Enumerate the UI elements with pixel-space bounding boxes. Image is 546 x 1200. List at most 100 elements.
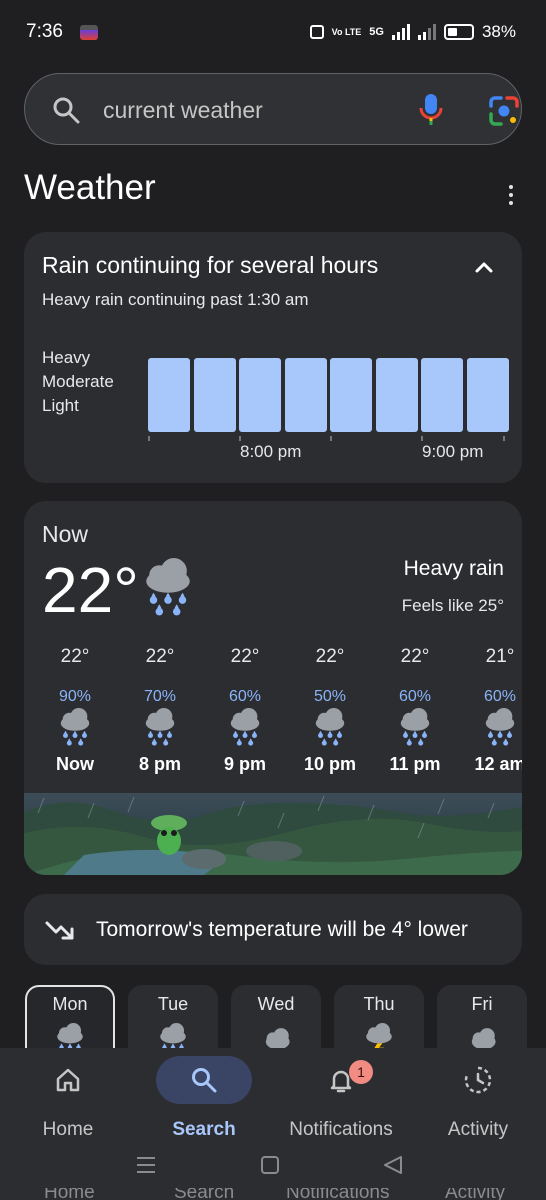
collapse-chevron-icon[interactable] — [472, 256, 496, 280]
tomorrow-message: Tomorrow's temperature will be 4° lower — [96, 918, 468, 941]
precip-bar — [284, 358, 327, 432]
day-label: Tue — [157, 994, 189, 1014]
hourly-temp: 22° — [315, 646, 345, 667]
nav-activity-label: Activity — [447, 1119, 509, 1140]
precip-bar — [148, 358, 190, 432]
heavy-rain-icon — [60, 708, 90, 746]
microphone-icon[interactable] — [416, 92, 446, 128]
hourly-precip: 60% — [398, 688, 432, 705]
precip-title: Rain continuing for several hours — [42, 252, 379, 278]
status-icons: Vo LTE 5G 38% — [309, 22, 516, 42]
hourly-temp: 22° — [400, 646, 430, 667]
intensity-light: Light — [42, 396, 79, 415]
sonyliv-notification-icon — [80, 25, 98, 40]
activity-icon — [464, 1066, 492, 1094]
precip-subtitle: Heavy rain continuing past 1:30 am — [42, 290, 309, 309]
lens-icon[interactable] — [487, 94, 521, 128]
feels-like-label: Feels like 25° — [401, 596, 504, 615]
condition-label: Heavy rain — [403, 557, 504, 580]
nav-home-label: Home — [42, 1119, 94, 1140]
battery-icon — [443, 24, 474, 40]
heavy-rain-icon — [400, 708, 430, 746]
search-bar[interactable]: current weather — [24, 73, 522, 145]
hourly-forecast[interactable]: 22° 90% Now 22° 70% 8 pm 22° 60% 9 pm 22° 50% 10 pm… — [24, 646, 522, 786]
heavy-rain-icon — [230, 708, 260, 746]
intensity-heavy: Heavy — [42, 348, 91, 367]
trending-down-icon — [45, 921, 74, 940]
back-icon — [384, 1156, 402, 1174]
home-system-icon — [261, 1156, 279, 1174]
bottom-navigation: Home Search 1 Notifications Activity Hom… — [0, 1048, 546, 1200]
precip-bar — [330, 358, 372, 432]
nav-notifications-label: Notifications — [289, 1119, 393, 1140]
precip-bar — [466, 358, 509, 432]
ghost-search-label: Search — [174, 1188, 235, 1200]
hourly-time: 9 pm — [223, 754, 266, 774]
ghost-notifications-label: Notifications — [286, 1188, 390, 1200]
intensity-legend: Heavy Moderate Light — [42, 346, 114, 418]
signal-strength-icon — [391, 24, 410, 40]
recents-icon — [137, 1157, 155, 1173]
network-5g-label: 5G — [369, 26, 384, 38]
day-label: Thu — [363, 994, 395, 1014]
precipitation-card: Rain continuing for several hours Heavy … — [24, 232, 522, 483]
hourly-item: 22° 50% 10 pm — [290, 646, 370, 775]
hourly-item: 22° 70% 8 pm — [120, 646, 200, 775]
precip-bars — [148, 358, 509, 432]
search-icon[interactable] — [52, 96, 80, 124]
now-label: Now — [42, 521, 89, 547]
day-label: Fri — [471, 994, 493, 1014]
nav-home[interactable]: Home — [8, 1056, 128, 1141]
precip-bar — [193, 358, 236, 432]
nav-notifications[interactable]: 1 Notifications — [281, 1056, 401, 1141]
more-options-icon[interactable] — [498, 182, 524, 208]
hourly-time: 11 pm — [389, 754, 441, 774]
hourly-temp: 22° — [145, 646, 175, 667]
nav-search[interactable]: Search — [144, 1056, 264, 1141]
intensity-moderate: Moderate — [42, 372, 114, 391]
precip-bar — [375, 358, 418, 432]
status-bar: 7:36 Vo LTE 5G 38% — [0, 0, 546, 62]
page-title: Weather — [24, 168, 156, 207]
ghost-nav-labels: Home Search Notifications Activity — [0, 1188, 546, 1200]
hourly-precip: 60% — [228, 688, 262, 705]
hourly-item: 21° 60% 12 am — [460, 646, 522, 775]
nav-search-label: Search — [172, 1119, 236, 1140]
heavy-rain-icon — [485, 708, 515, 746]
current-weather-card: Now 22° Heavy rain Feels like 25° 22° 90%… — [24, 501, 522, 875]
hourly-item: 22° 60% 9 pm — [205, 646, 285, 775]
ghost-home-label: Home — [44, 1188, 95, 1200]
precip-tick — [503, 436, 505, 441]
status-time: 7:36 — [26, 21, 63, 42]
precip-bar — [421, 358, 463, 432]
home-icon — [56, 1068, 80, 1092]
precip-tick — [330, 436, 332, 441]
vibrate-icon — [309, 25, 324, 39]
nav-activity[interactable]: Activity — [418, 1056, 538, 1141]
heavy-rain-icon — [146, 558, 190, 616]
day-label: Mon — [52, 994, 88, 1014]
heavy-rain-icon — [315, 708, 345, 746]
precip-tick — [148, 436, 150, 441]
time-label-9pm: 9:00 pm — [422, 442, 484, 461]
system-navigation-bar — [137, 1156, 402, 1174]
rainy-scene-illustration — [24, 793, 522, 875]
hourly-time: 10 pm — [303, 754, 357, 774]
search-input[interactable]: current weather — [103, 97, 263, 124]
current-temperature: 22° — [42, 554, 139, 626]
signal-strength-2-icon — [417, 24, 436, 40]
volte-label: Vo LTE — [331, 26, 362, 37]
hourly-item: 22° 90% Now — [35, 646, 115, 775]
tomorrow-insight-card[interactable]: Tomorrow's temperature will be 4° lower — [24, 894, 522, 965]
hourly-time: 12 am — [474, 754, 522, 774]
hourly-item: 22° 60% 11 pm — [375, 646, 455, 775]
notification-badge: 1 — [349, 1060, 373, 1084]
hourly-precip: 70% — [143, 688, 177, 705]
hourly-temp: 22° — [60, 646, 90, 667]
hourly-time: 8 pm — [138, 754, 181, 774]
hourly-temp: 22° — [230, 646, 260, 667]
precip-tick — [239, 436, 241, 441]
hourly-precip: 60% — [483, 688, 517, 705]
hourly-precip: 90% — [58, 688, 92, 705]
battery-percent: 38% — [481, 22, 516, 41]
